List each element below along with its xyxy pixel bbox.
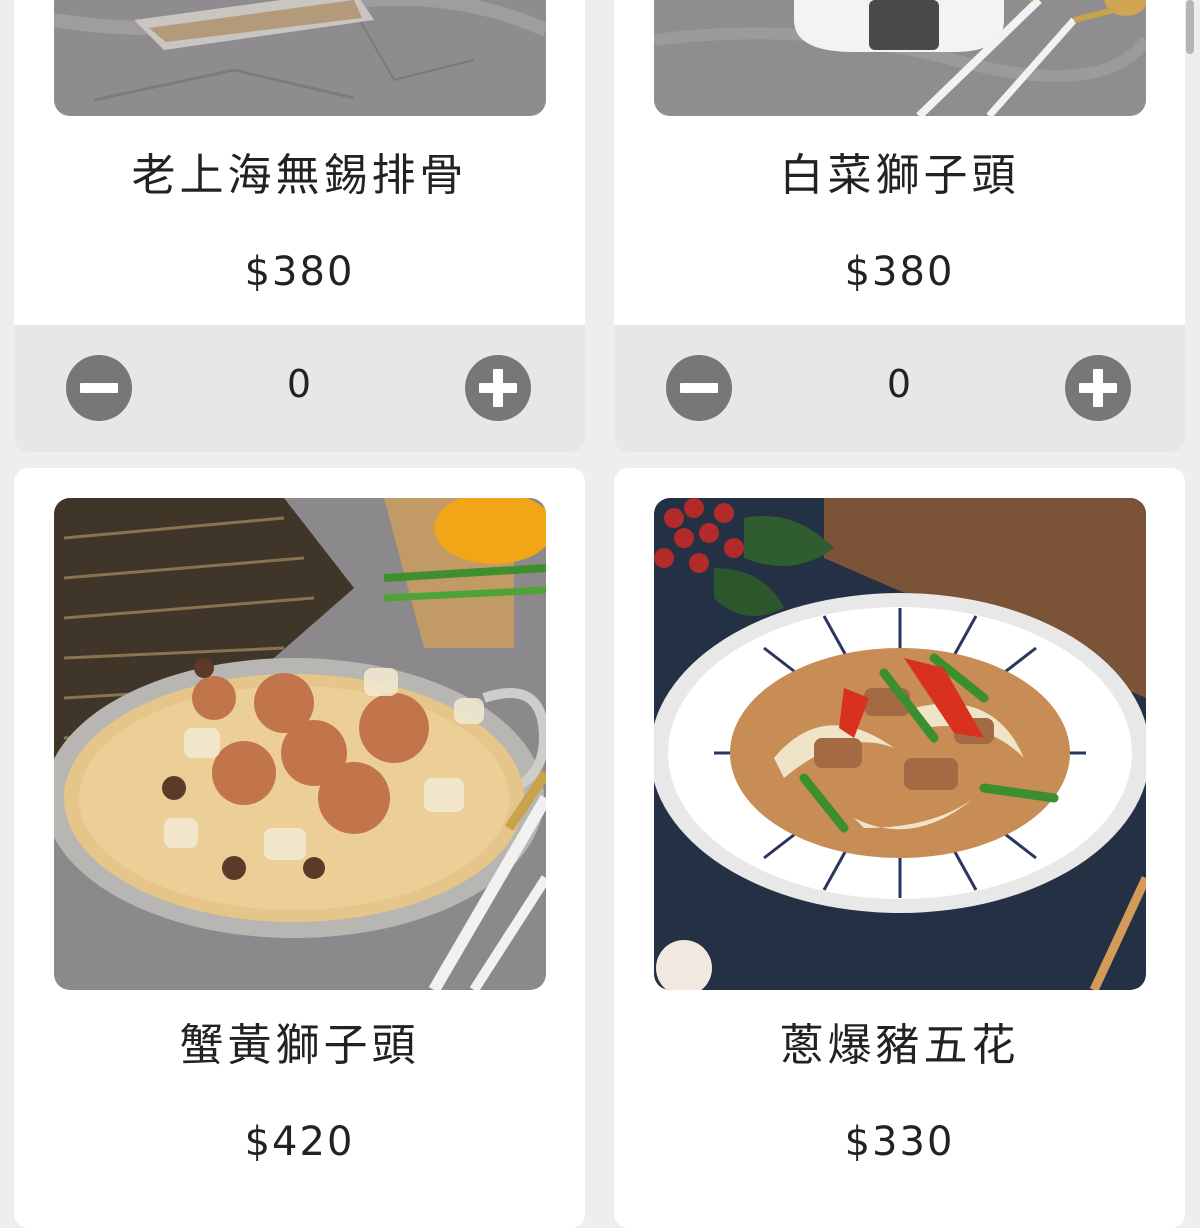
dish-price: $380 — [844, 249, 955, 295]
dish-photo[interactable] — [654, 0, 1146, 116]
dish-name: 白菜獅子頭 — [779, 150, 1020, 201]
dish-price: $420 — [244, 1119, 355, 1165]
dish-name: 蟹黃獅子頭 — [179, 1020, 420, 1071]
quantity-stepper: 0 — [14, 325, 585, 452]
dish-photo[interactable] — [54, 498, 546, 990]
menu-item-card: 蟹黃獅子頭 $420 — [14, 468, 585, 1228]
menu-item-card: 蔥爆豬五花 $330 — [614, 468, 1185, 1228]
dish-price: $330 — [844, 1119, 955, 1165]
quantity-value: 0 — [286, 362, 312, 406]
quantity-stepper: 0 — [614, 325, 1185, 452]
quantity-value: 0 — [886, 362, 912, 406]
decrement-button[interactable] — [666, 355, 732, 421]
menu-item-card: 老上海無錫排骨 $380 0 — [14, 0, 585, 452]
dish-name: 蔥爆豬五花 — [779, 1020, 1020, 1071]
increment-button[interactable] — [1065, 355, 1131, 421]
dish-price: $380 — [244, 249, 355, 295]
decrement-button[interactable] — [66, 355, 132, 421]
dish-name: 老上海無錫排骨 — [131, 150, 468, 201]
menu-item-card: 白菜獅子頭 $380 0 — [614, 0, 1185, 452]
scrollbar[interactable] — [1186, 0, 1194, 54]
dish-photo[interactable] — [54, 0, 546, 116]
dish-photo[interactable] — [654, 498, 1146, 990]
increment-button[interactable] — [465, 355, 531, 421]
